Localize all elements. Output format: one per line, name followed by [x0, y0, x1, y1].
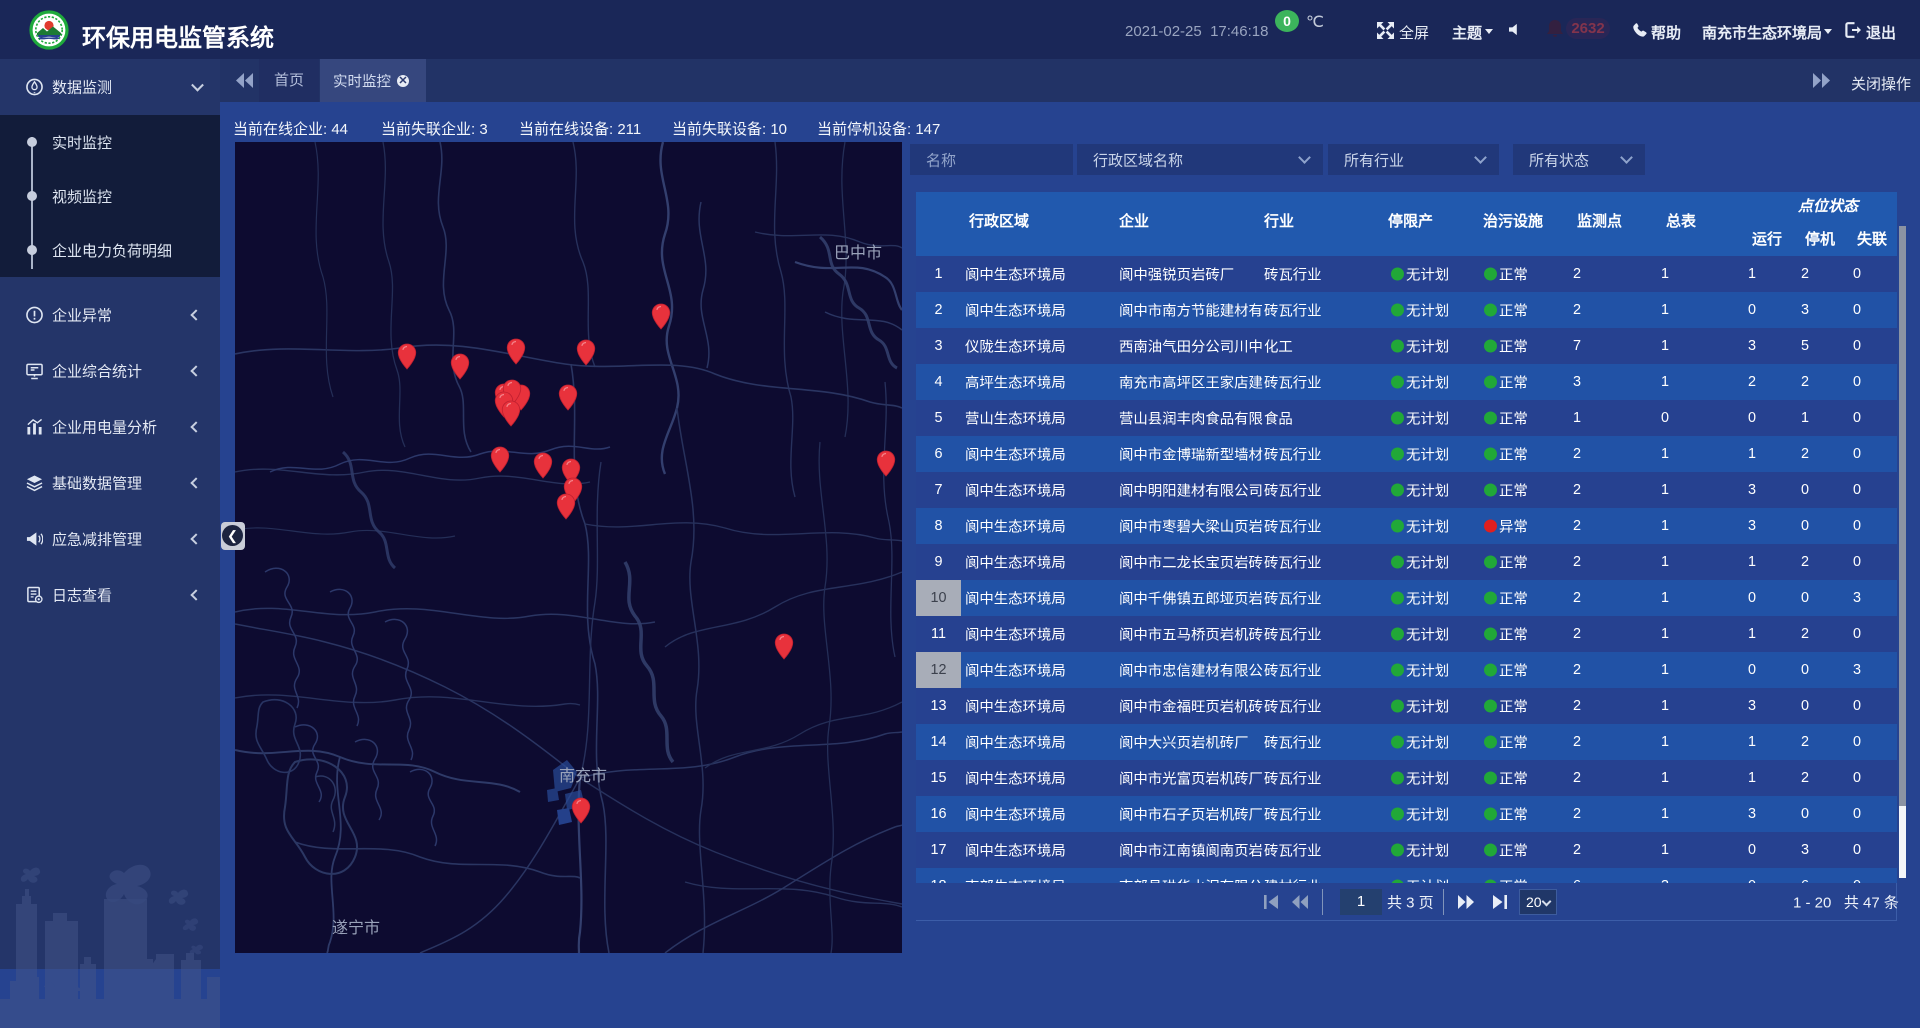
svg-text:遂宁市: 遂宁市: [332, 919, 380, 937]
svg-text:南充市: 南充市: [559, 767, 607, 785]
svg-text:巴中市: 巴中市: [834, 244, 882, 262]
